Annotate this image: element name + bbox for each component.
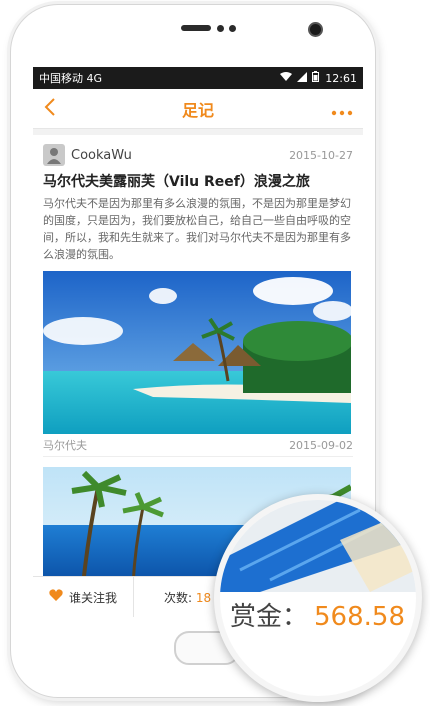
- reward-amount: 568.58: [314, 602, 405, 632]
- battery-icon: [312, 71, 320, 85]
- wifi-icon: [280, 71, 293, 85]
- follow-label: 谁关注我: [68, 590, 117, 605]
- carrier-label: 中国移动 4G: [39, 72, 103, 85]
- views-count: 18: [195, 590, 212, 605]
- earpiece-speaker: [181, 25, 211, 31]
- magnified-photo: [220, 500, 416, 592]
- clock: 12:61: [325, 71, 357, 85]
- reward-label: 赏金：: [230, 602, 309, 632]
- front-camera: [308, 22, 323, 37]
- post-date: 2015-10-27: [289, 148, 353, 162]
- post-body: 马尔代夫不是因为那里有多么浪漫的氛围，不是因为那里是梦幻的国度，只是因为，我们要…: [43, 197, 351, 261]
- author-row: CookaWu 2015-10-27: [43, 143, 353, 167]
- status-bar: 中国移动 4G 12:61: [33, 67, 363, 89]
- avatar[interactable]: [43, 144, 65, 166]
- reward-text: 赏金： 568.58: [230, 596, 405, 633]
- photo-caption: 马尔代夫 2015-09-02: [43, 434, 353, 457]
- post-title[interactable]: 马尔代夫美露丽芙（Vilu Reef）浪漫之旅: [43, 171, 353, 191]
- page-title: 足记: [181, 100, 214, 120]
- views-label: 次数:: [164, 590, 193, 605]
- post-photo[interactable]: [43, 271, 351, 434]
- photo-date: 2015-09-02: [289, 438, 353, 452]
- more-icon[interactable]: [323, 89, 353, 129]
- sensor-dot: [229, 25, 236, 32]
- author-name[interactable]: CookaWu: [71, 148, 289, 163]
- view-count: 次数: 18: [164, 589, 211, 606]
- nav-bar: 足记: [33, 89, 363, 129]
- photo-location[interactable]: 马尔代夫: [43, 437, 87, 453]
- heart-icon: [49, 589, 63, 605]
- follow-button[interactable]: 谁关注我: [33, 577, 134, 617]
- sensor-dot: [217, 25, 224, 32]
- chevron-left-icon[interactable]: [43, 89, 73, 129]
- reward-magnifier: 赏金： 568.58: [214, 494, 422, 702]
- signal-icon: [297, 71, 308, 85]
